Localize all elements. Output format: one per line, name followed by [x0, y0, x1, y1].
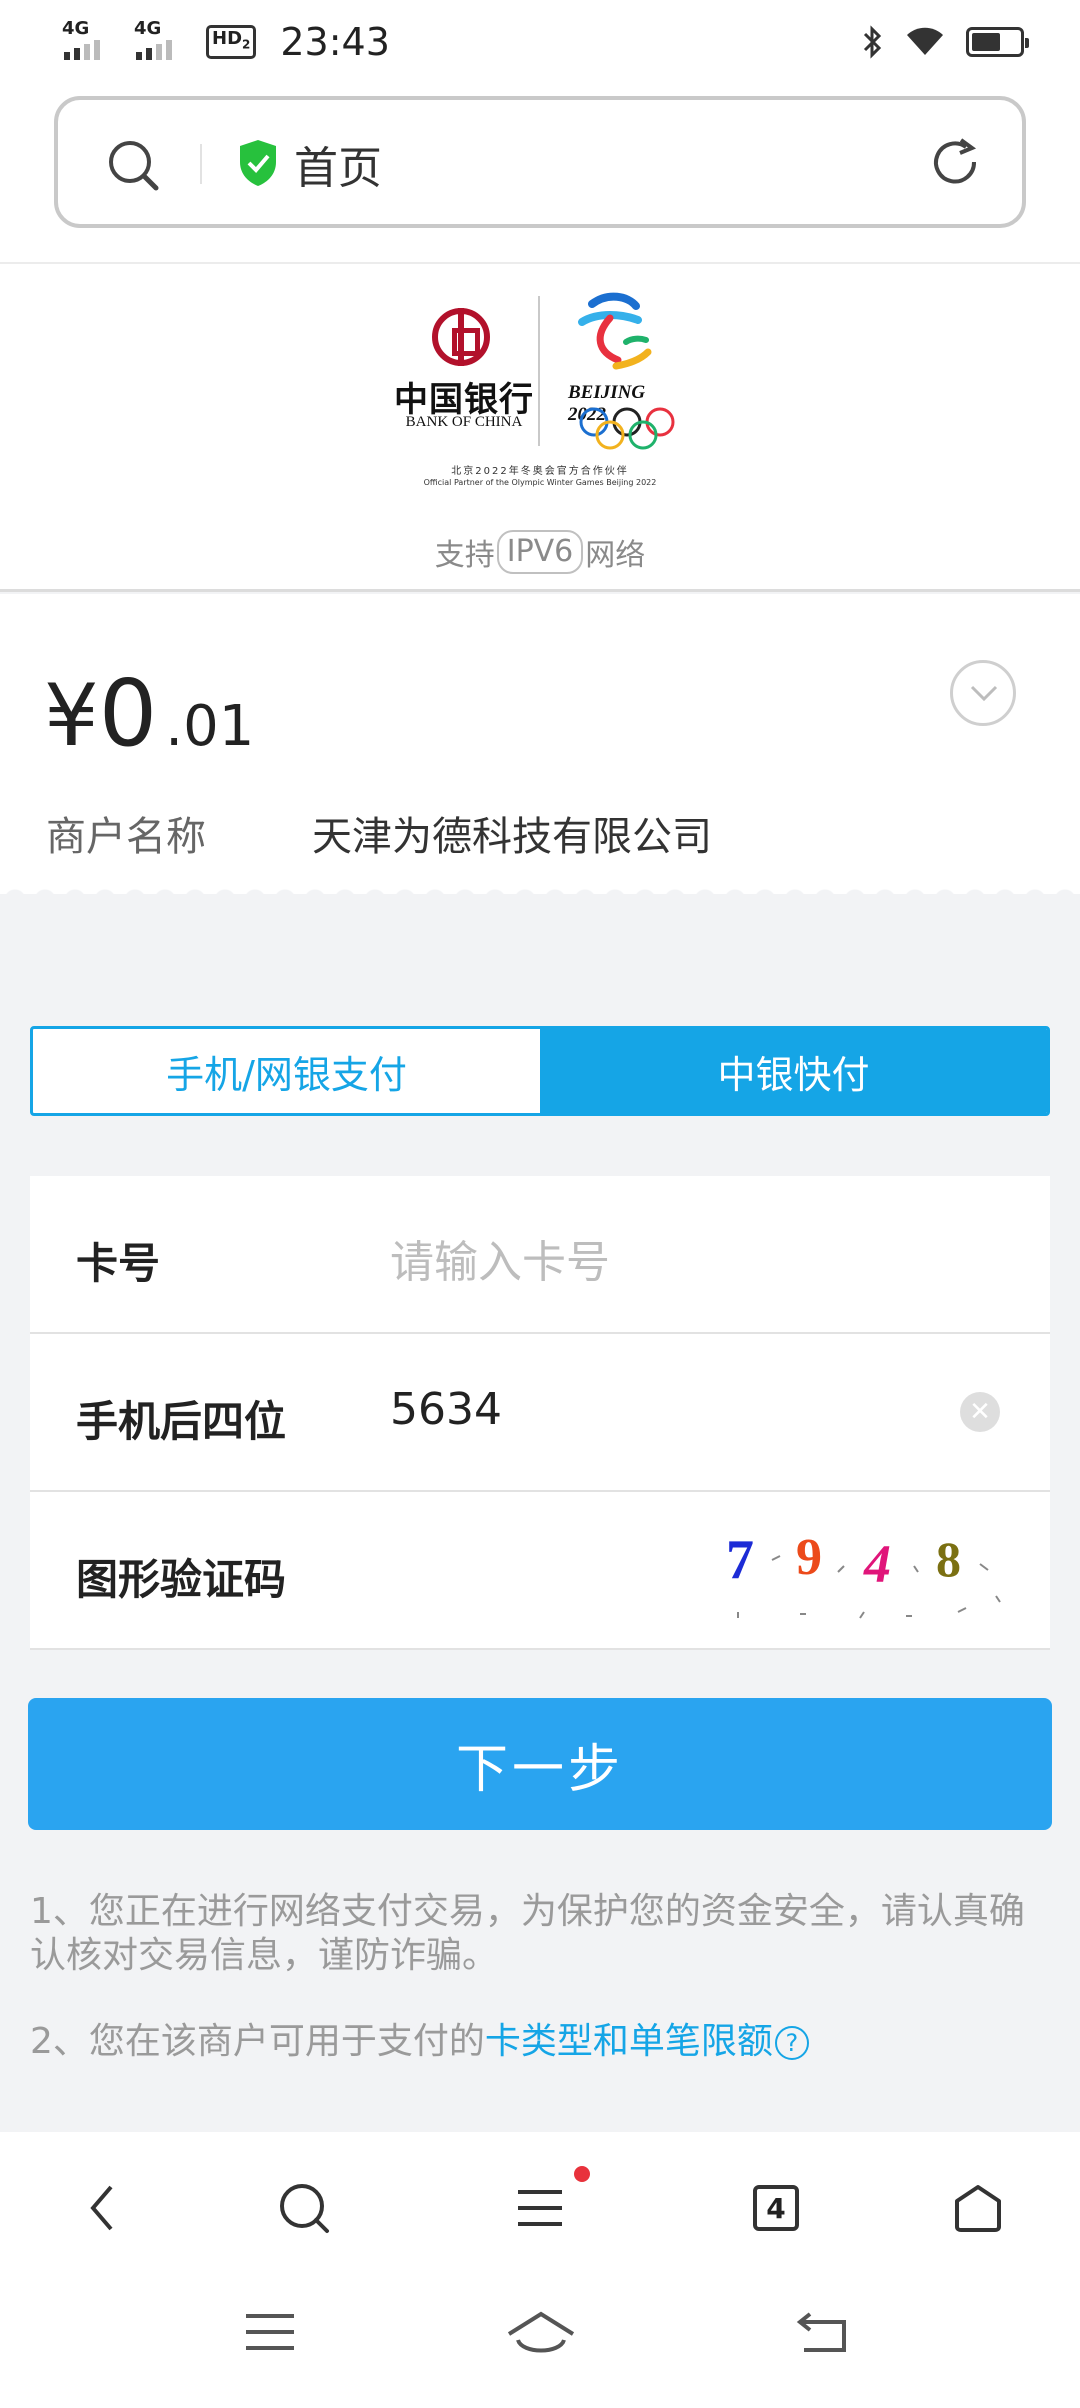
captcha-char: 8 — [936, 1531, 961, 1587]
clock: 23:43 — [280, 20, 390, 64]
next-step-button[interactable]: 下一步 — [28, 1698, 1052, 1830]
status-bar: 4G 4G HD2 23:43 — [0, 0, 1080, 84]
captcha-char: 7 — [726, 1529, 754, 1591]
tab-boc-quickpay[interactable]: 中银快付 — [540, 1029, 1047, 1113]
captcha-row: 图形验证码 7 9 4 8 — [30, 1492, 1050, 1650]
search-icon — [280, 2184, 329, 2233]
tabs-count: 4 — [753, 2185, 799, 2231]
payment-form: 卡号 请输入卡号 手机后四位 5634 ✕ 图形验证码 7 9 4 8 — [30, 1176, 1050, 1650]
recent-apps-icon[interactable] — [244, 2310, 296, 2354]
phone-last4-row: 手机后四位 5634 ✕ — [30, 1334, 1050, 1492]
chevron-down-icon — [970, 685, 998, 702]
merchant-label: 商户名称 — [46, 814, 206, 860]
card-number-row: 卡号 请输入卡号 — [30, 1176, 1050, 1334]
bank-header: 中国银行 BANK OF CHINA BEIJING 2022 北京2022年冬… — [0, 264, 1080, 592]
partner-text-cn: 北京2022年冬奥会官方合作伙伴 — [451, 466, 629, 477]
limit-note: 2、您在该商户可用于支付的卡类型和单笔限额? — [30, 2020, 1050, 2064]
ipv6-badge: IPV6 — [496, 530, 584, 574]
expand-details-button[interactable] — [950, 660, 1016, 726]
chevron-left-icon — [90, 2185, 113, 2231]
bank-of-china-logo — [432, 308, 490, 366]
signal-icon: 4G — [62, 18, 116, 62]
order-summary: ¥ 0 .01 商户名称 天津为德科技有限公司 — [0, 594, 1080, 904]
phone-last4-input[interactable]: 5634 — [390, 1384, 502, 1435]
captcha-char: 9 — [796, 1529, 822, 1586]
bluetooth-icon — [863, 25, 882, 59]
card-limit-link[interactable]: 卡类型和单笔限额 — [485, 2021, 773, 2062]
payment-amount: ¥ 0 .01 — [44, 660, 255, 767]
back-icon[interactable] — [796, 2310, 850, 2354]
card-number-input[interactable]: 请输入卡号 — [390, 1226, 610, 1290]
address-bar[interactable]: 首页 — [54, 96, 1026, 228]
payment-method-tabs: 手机/网银支付 中银快付 — [30, 1026, 1050, 1116]
wifi-icon — [907, 27, 943, 55]
tab-mobile-netbank[interactable]: 手机/网银支付 — [33, 1029, 540, 1113]
clear-icon[interactable]: ✕ — [960, 1392, 1000, 1432]
ipv6-support: 支持 IPV6 网络 — [0, 530, 1080, 574]
divider — [200, 144, 202, 184]
menu-button[interactable] — [510, 2178, 570, 2238]
captcha-label: 图形验证码 — [76, 1555, 287, 1604]
card-edge — [0, 874, 1080, 904]
tabs-button[interactable]: 4 — [746, 2178, 806, 2238]
card-number-label: 卡号 — [76, 1239, 161, 1288]
partner-text-en: Official Partner of the Olympic Winter G… — [423, 478, 657, 487]
notification-dot — [574, 2166, 590, 2182]
home-icon[interactable] — [506, 2310, 576, 2360]
captcha-image[interactable]: 7 9 4 8 — [710, 1512, 1010, 1642]
browser-toolbar: 4 — [0, 2132, 1080, 2282]
security-note: 1、您正在进行网络支付交易，为保护您的资金安全，请认真确认核对交易信息，谨防诈骗… — [30, 1891, 1025, 1976]
search-button[interactable] — [274, 2178, 334, 2238]
signal-icon: 4G — [134, 18, 188, 62]
search-icon[interactable] — [106, 138, 162, 194]
browser-header: 首页 — [0, 84, 1080, 264]
phone-last4-label: 手机后四位 — [76, 1397, 287, 1446]
merchant-name: 天津为德科技有限公司 — [312, 814, 712, 860]
olympic-rings-icon — [579, 407, 675, 450]
logo-divider — [538, 296, 540, 446]
back-button[interactable] — [72, 2178, 132, 2238]
hd-voice-icon: HD2 — [206, 25, 257, 59]
home-button[interactable] — [948, 2178, 1008, 2238]
system-navigation-bar — [0, 2282, 1080, 2408]
home-icon — [955, 2185, 1001, 2232]
battery-icon — [966, 27, 1029, 57]
shield-icon — [240, 140, 276, 186]
page-title: 首页 — [294, 143, 382, 194]
menu-icon — [518, 2190, 562, 2226]
help-icon[interactable]: ? — [774, 2026, 809, 2060]
beijing-2022-emblem-icon — [578, 292, 652, 370]
refresh-icon[interactable] — [928, 136, 982, 190]
bank-name-en: BANK OF CHINA — [405, 414, 523, 430]
captcha-char: 4 — [863, 1534, 891, 1594]
